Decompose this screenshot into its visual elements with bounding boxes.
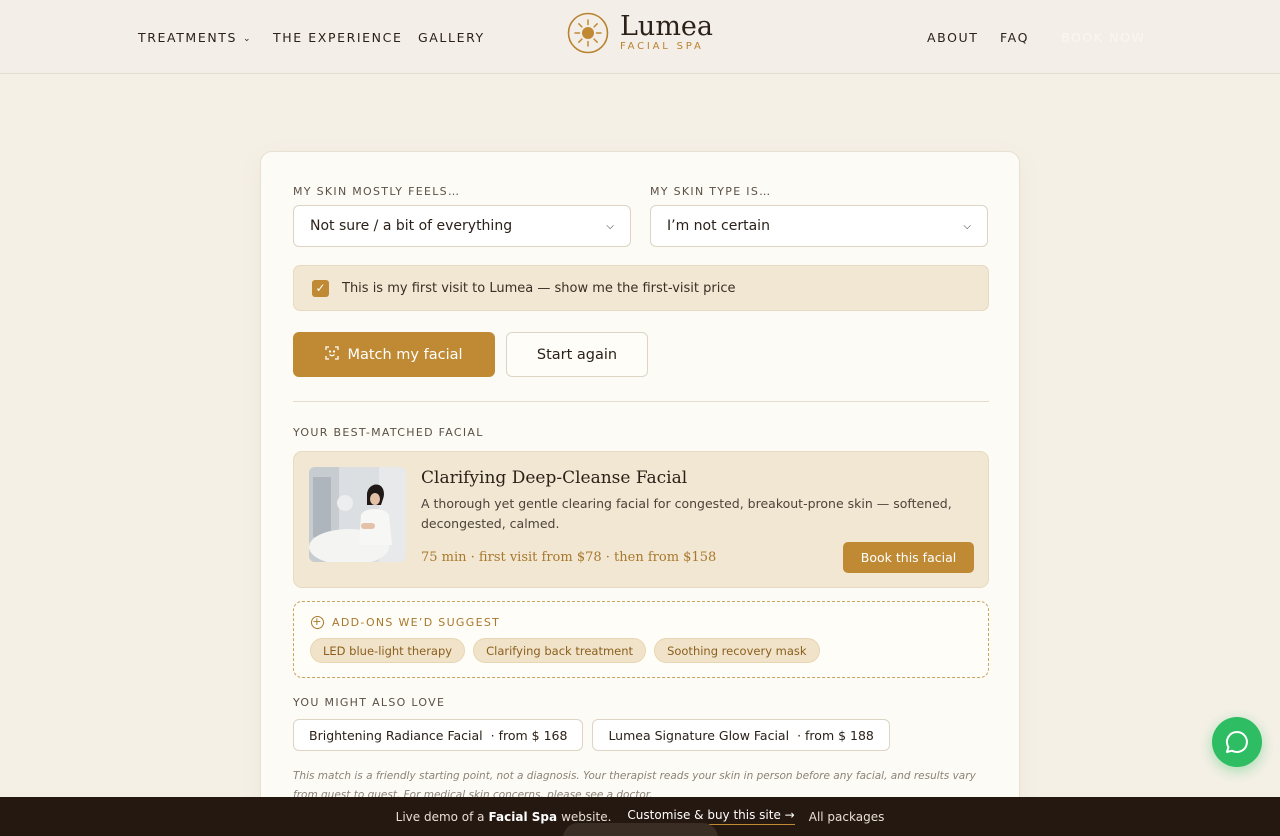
match-facial-label: Match my facial (347, 346, 463, 363)
nav-about[interactable]: ABOUT (927, 30, 979, 45)
facial-matcher-card: MY SKIN MOSTLY FEELS… MY SKIN TYPE IS… N… (260, 151, 1020, 836)
divider (293, 401, 989, 402)
addon-chip[interactable]: Soothing recovery mask (654, 638, 820, 663)
skin-type-value: I’m not certain (667, 218, 770, 234)
skin-feel-value: Not sure / a bit of everything (310, 218, 513, 234)
toolbar-pill[interactable] (563, 823, 718, 836)
nav-gallery[interactable]: GALLERY (418, 30, 485, 45)
sun-icon (567, 12, 609, 54)
demo-prefix: Live demo of a (395, 809, 485, 824)
face-scan-icon (325, 345, 340, 364)
nav-book-now[interactable]: BOOK NOW (1061, 30, 1146, 45)
start-again-button[interactable]: Start again (506, 332, 648, 377)
site-header: TREATMENTS ⌄ THE EXPERIENCE GALLERY Lumea… (0, 0, 1280, 74)
facial-photo (309, 467, 406, 562)
addon-chips: LED blue-light therapy Clarifying back t… (310, 638, 820, 663)
nav-treatments[interactable]: TREATMENTS ⌄ (138, 30, 252, 45)
skin-type-select[interactable]: I’m not certain ⌵ (650, 205, 988, 247)
nav-faq[interactable]: FAQ (1000, 30, 1029, 45)
addons-box: + ADD-ONS WE’D SUGGEST LED blue-light th… (293, 601, 989, 678)
skin-feel-label: MY SKIN MOSTLY FEELS… (293, 185, 461, 198)
all-packages-link[interactable]: All packages (809, 810, 885, 824)
nav-the-experience[interactable]: THE EXPERIENCE (273, 30, 402, 45)
best-match-heading: YOUR BEST-MATCHED FACIAL (293, 426, 484, 439)
addon-chip[interactable]: LED blue-light therapy (310, 638, 466, 663)
chevron-down-icon: ⌵ (963, 220, 971, 232)
chevron-down-icon: ⌄ (243, 34, 253, 44)
demo-suffix: website. (561, 809, 612, 824)
matched-facial-meta: 75 min · first visit from $78 · then fro… (421, 550, 717, 565)
logo[interactable]: Lumea FACIAL SPA (567, 11, 717, 56)
matched-facial-title: Clarifying Deep-Cleanse Facial (421, 468, 688, 488)
also-love-heading: YOU MIGHT ALSO LOVE (293, 696, 446, 709)
match-facial-button[interactable]: Match my facial (293, 332, 495, 377)
plus-circle-icon: + (311, 615, 324, 629)
demo-site-type: Facial Spa (488, 809, 558, 824)
matched-facial-card: Clarifying Deep-Cleanse Facial A thoroug… (293, 451, 989, 588)
chat-button[interactable] (1212, 717, 1262, 767)
first-visit-checkbox[interactable]: ✓ (312, 279, 329, 297)
addons-heading: + ADD-ONS WE’D SUGGEST (311, 615, 501, 629)
first-visit-row[interactable]: ✓ This is my first visit to Lumea — show… (293, 265, 989, 311)
skin-type-label: MY SKIN TYPE IS… (650, 185, 772, 198)
book-facial-button[interactable]: Book this facial (843, 542, 974, 573)
first-visit-label: This is my first visit to Lumea — show m… (342, 280, 736, 296)
also-love-list: Brightening Radiance Facial · from $ 168… (293, 719, 890, 751)
also-love-item[interactable]: Brightening Radiance Facial · from $ 168 (293, 719, 584, 751)
skin-feel-select[interactable]: Not sure / a bit of everything ⌵ (293, 205, 631, 247)
chevron-down-icon: ⌵ (606, 220, 614, 232)
matched-facial-description: A thorough yet gentle clearing facial fo… (421, 496, 952, 531)
also-love-item[interactable]: Lumea Signature Glow Facial · from $ 188 (592, 719, 890, 751)
logo-name: Lumea (620, 11, 713, 42)
logo-tagline: FACIAL SPA (620, 41, 704, 52)
addon-chip[interactable]: Clarifying back treatment (473, 638, 647, 663)
chat-bubble-icon (1226, 731, 1248, 753)
